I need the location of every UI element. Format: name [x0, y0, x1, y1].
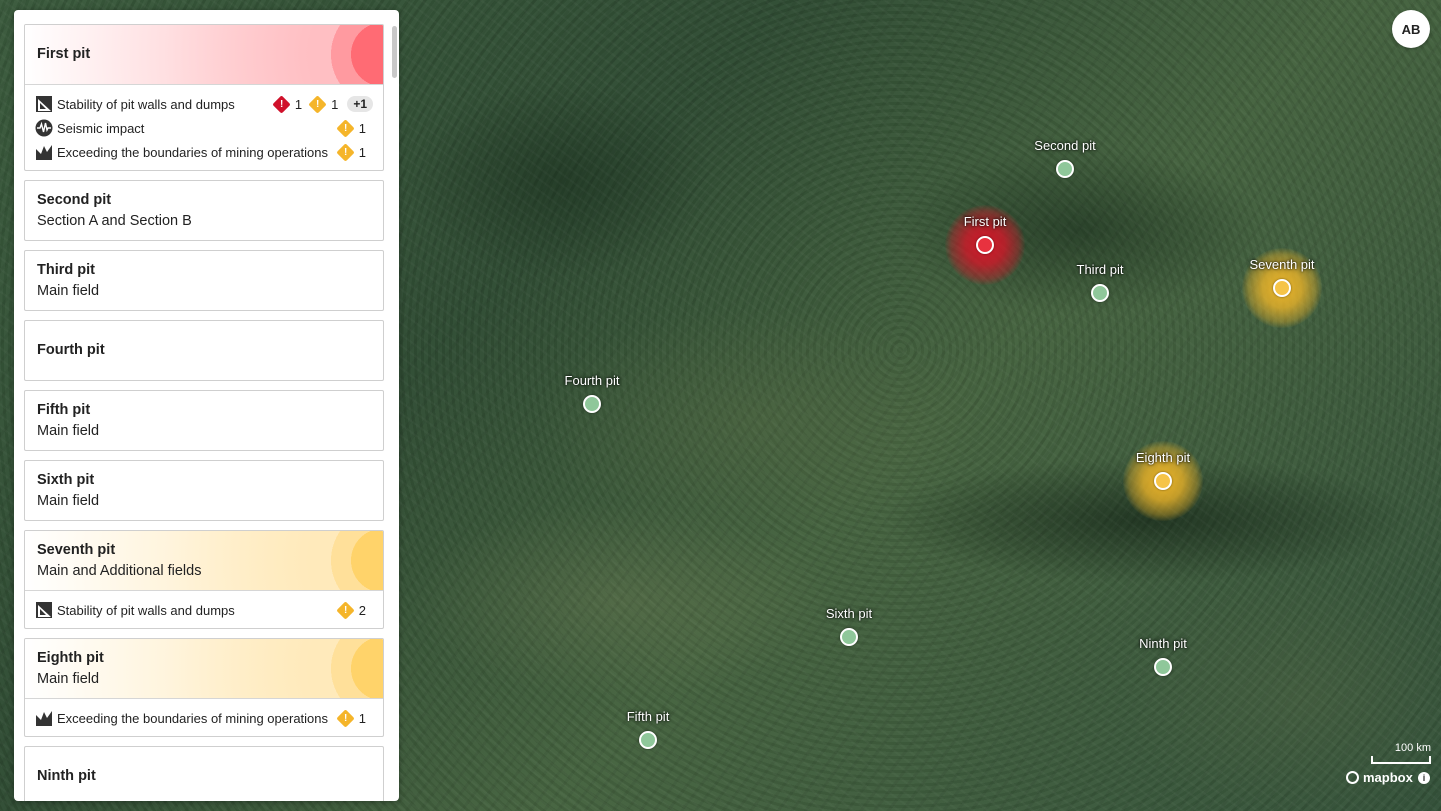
- pit-card-header[interactable]: Fourth pit: [25, 321, 383, 380]
- pit-card-header[interactable]: Seventh pit Main and Additional fields: [25, 531, 383, 590]
- pit-marker-dot[interactable]: [1091, 284, 1109, 302]
- pit-card[interactable]: Second pit Section A and Section B: [24, 180, 384, 241]
- boundary-icon: [35, 143, 53, 161]
- pit-card-title: Fourth pit: [37, 342, 105, 358]
- pit-list-sidebar[interactable]: First pit Stability of pit walls and dum…: [14, 10, 399, 801]
- issue-row[interactable]: Exceeding the boundaries of mining opera…: [35, 140, 373, 164]
- issue-badges: ! 1! 1 +1: [272, 94, 373, 114]
- scale-bar: [1371, 756, 1431, 764]
- pit-card[interactable]: Third pit Main field: [24, 250, 384, 311]
- warning-count: 1: [358, 144, 366, 160]
- issue-badges: ! 1: [336, 118, 373, 138]
- pit-marker-label: Eighth pit: [1135, 450, 1191, 465]
- issue-row[interactable]: Stability of pit walls and dumps ! 1! 1 +…: [35, 92, 373, 116]
- issue-badges: ! 1: [336, 708, 373, 728]
- pit-marker-label: Ninth pit: [1139, 636, 1187, 651]
- pit-marker-dot[interactable]: [1056, 160, 1074, 178]
- slope-icon: [35, 95, 53, 113]
- pit-marker-dot[interactable]: [1154, 658, 1172, 676]
- pit-marker-dot[interactable]: [583, 395, 601, 413]
- user-avatar[interactable]: AB: [1392, 10, 1430, 48]
- pit-card[interactable]: Seventh pit Main and Additional fields St…: [24, 530, 384, 629]
- map-scale: 100 km: [1371, 742, 1431, 764]
- issue-row[interactable]: Exceeding the boundaries of mining opera…: [35, 706, 373, 730]
- pit-card[interactable]: Fourth pit: [24, 320, 384, 381]
- pit-marker-dot[interactable]: [840, 628, 858, 646]
- pit-marker-label: Sixth pit: [825, 606, 873, 621]
- warning-count: 1: [358, 710, 366, 726]
- slope-icon: [35, 601, 53, 619]
- pit-card-title: Eighth pit: [37, 649, 104, 666]
- pit-marker-label: Seventh pit: [1249, 257, 1315, 272]
- pit-card-header[interactable]: Ninth pit: [25, 747, 383, 801]
- pit-card-title: Sixth pit: [37, 471, 95, 488]
- warning-alert-icon: !: [308, 94, 327, 114]
- warning-alert-icon: !: [336, 600, 355, 620]
- issue-label: Exceeding the boundaries of mining opera…: [57, 144, 329, 160]
- more-alerts-badge[interactable]: +1: [347, 96, 373, 112]
- pit-card-title: Second pit: [37, 191, 112, 208]
- critical-alert-icon: !: [272, 94, 291, 114]
- pit-marker-label: Third pit: [1076, 262, 1124, 277]
- warning-count: 1: [358, 120, 366, 136]
- pit-marker-dot[interactable]: [976, 236, 994, 254]
- pit-card-subtitle: Main field: [37, 492, 100, 509]
- pit-card-subtitle: Main and Additional fields: [37, 562, 202, 579]
- warning-alert-icon: !: [336, 142, 355, 162]
- pit-card[interactable]: First pit Stability of pit walls and dum…: [24, 24, 384, 171]
- pit-card[interactable]: Fifth pit Main field: [24, 390, 384, 451]
- info-icon[interactable]: i: [1418, 772, 1430, 784]
- boundary-icon: [35, 709, 53, 727]
- pit-card-title: Third pit: [37, 261, 95, 278]
- warning-alert-icon: !: [336, 708, 355, 728]
- pit-marker-label: Second pit: [1034, 138, 1096, 153]
- pit-card-header[interactable]: Third pit Main field: [25, 251, 383, 310]
- pit-card-subtitle: Main field: [37, 670, 100, 687]
- pit-card-issues: Stability of pit walls and dumps ! 1! 1 +…: [25, 84, 383, 170]
- issue-badges: ! 2: [336, 600, 373, 620]
- issue-label: Seismic impact: [57, 120, 145, 136]
- pit-card-title: Fifth pit: [37, 401, 91, 418]
- sidebar-scrollbar[interactable]: [392, 26, 397, 78]
- warning-count: 2: [358, 602, 366, 618]
- issue-badges: ! 1: [336, 142, 373, 162]
- mapbox-logo-icon: [1346, 771, 1359, 784]
- issue-row[interactable]: Seismic impact ! 1: [35, 116, 373, 140]
- pit-card-issues: Exceeding the boundaries of mining opera…: [25, 698, 383, 736]
- pit-card-title: Seventh pit: [37, 541, 116, 558]
- scale-label: 100 km: [1394, 742, 1431, 754]
- issue-label: Stability of pit walls and dumps: [57, 96, 235, 112]
- pit-card[interactable]: Ninth pit: [24, 746, 384, 801]
- pit-card-title: First pit: [37, 46, 91, 62]
- pit-marker-label: First pit: [963, 214, 1007, 229]
- pit-marker-dot[interactable]: [1273, 279, 1291, 297]
- pit-card-subtitle: Main field: [37, 282, 100, 299]
- pit-marker-dot[interactable]: [1154, 472, 1172, 490]
- pit-marker-dot[interactable]: [639, 731, 657, 749]
- pit-card-title: Ninth pit: [37, 768, 96, 784]
- pit-card-subtitle: Main field: [37, 422, 100, 439]
- issue-label: Stability of pit walls and dumps: [57, 602, 235, 618]
- mapbox-logo[interactable]: mapbox: [1346, 770, 1413, 785]
- pit-card-issues: Stability of pit walls and dumps ! 2: [25, 590, 383, 628]
- pit-card[interactable]: Eighth pit Main field Exceeding the bound…: [24, 638, 384, 737]
- warning-count: 1: [331, 96, 339, 112]
- issue-row[interactable]: Stability of pit walls and dumps ! 2: [35, 598, 373, 622]
- pit-card-header[interactable]: Second pit Section A and Section B: [25, 181, 383, 240]
- pit-card-header[interactable]: First pit: [25, 25, 383, 84]
- pit-card-header[interactable]: Sixth pit Main field: [25, 461, 383, 520]
- pit-card-subtitle: Section A and Section B: [37, 212, 192, 229]
- seismic-icon: [35, 119, 53, 137]
- pit-card-header[interactable]: Eighth pit Main field: [25, 639, 383, 698]
- pit-card[interactable]: Sixth pit Main field: [24, 460, 384, 521]
- pit-card-header[interactable]: Fifth pit Main field: [25, 391, 383, 450]
- pit-marker-label: Fifth pit: [626, 709, 670, 724]
- pit-marker-label: Fourth pit: [564, 373, 620, 388]
- mapbox-logo-text: mapbox: [1363, 770, 1413, 785]
- critical-count: 1: [294, 96, 303, 112]
- issue-label: Exceeding the boundaries of mining opera…: [57, 710, 329, 726]
- warning-alert-icon: !: [336, 118, 355, 138]
- pit-card-list: First pit Stability of pit walls and dum…: [24, 24, 384, 801]
